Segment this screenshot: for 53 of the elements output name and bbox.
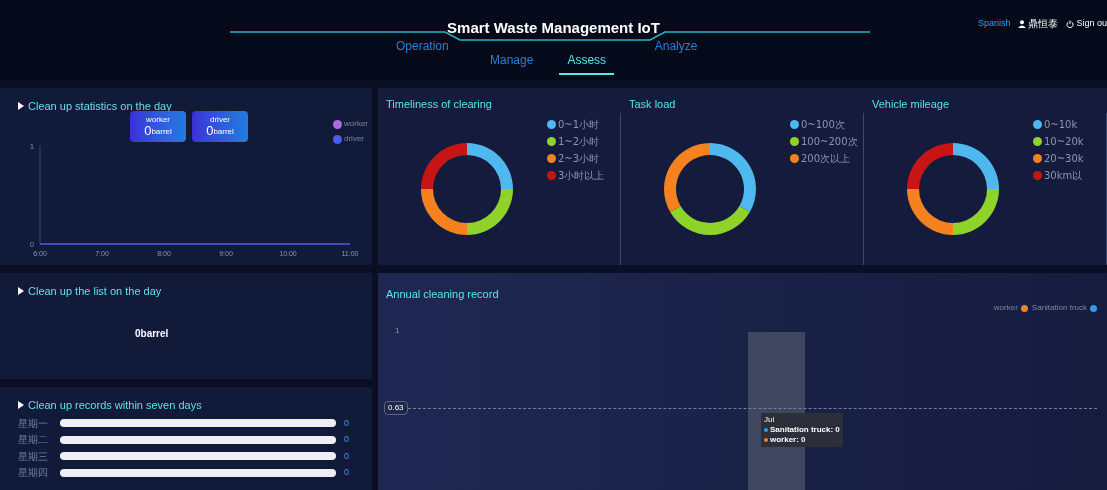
axis-tick-label: 1	[395, 325, 400, 337]
power-icon	[1066, 19, 1075, 28]
legend-label: 0~1小时	[558, 117, 600, 132]
panel-title: Clean up the list on the day	[28, 284, 162, 299]
day-value: 0	[344, 466, 350, 479]
tooltip-text: worker: 0	[770, 435, 806, 445]
panel-title: Clean up statistics on the day	[28, 99, 172, 114]
triangle-icon	[18, 102, 24, 111]
day-value: 0	[344, 416, 350, 430]
stat-label: driver	[210, 116, 230, 124]
legend-label: Sanitation truck	[1031, 302, 1087, 314]
day-label: 星期三	[18, 449, 49, 463]
chart-title: Vehicle mileage	[872, 97, 951, 112]
legend-label: worker	[993, 302, 1018, 314]
legend-label: 100~200次	[801, 134, 858, 149]
tooltip-text: Sanitation truck: 0	[770, 425, 840, 435]
panel-title: Clean up records within seven days	[28, 398, 202, 413]
day-label: 星期四	[18, 466, 49, 480]
chart-title: Task load	[629, 97, 677, 112]
nav-tab[interactable]: Assess	[559, 51, 615, 75]
legend-label: 0~100次	[801, 117, 845, 132]
day-value: 0	[344, 433, 350, 446]
mark-line-label: 0.63	[384, 401, 408, 415]
chart-title: Timeliness of clearing	[386, 97, 493, 112]
legend-label: 1~2小时	[558, 134, 600, 149]
legend-label: worker	[344, 118, 368, 130]
chart-title: Annual cleaning record	[386, 288, 499, 300]
user-name: 鼎恒泰	[1028, 17, 1059, 31]
triangle-icon	[18, 287, 24, 296]
day-label: 星期一	[18, 416, 49, 430]
nav-tab[interactable]: Manage	[482, 51, 542, 75]
legend-label: 2~3小时	[558, 151, 600, 166]
legend-label: 10~20k	[1044, 134, 1084, 149]
legend-label: 200次以上	[801, 151, 851, 166]
user-icon	[1018, 19, 1027, 28]
app-title: Smart Waste Management IoT	[447, 18, 660, 38]
stat-label: worker	[146, 116, 170, 124]
legend-label: 30km以	[1044, 168, 1083, 183]
nav-tab[interactable]: Analyze	[646, 37, 706, 61]
legend-label: 3小时以上	[558, 168, 605, 183]
total-value: 0barrel	[135, 326, 169, 341]
triangle-icon	[18, 401, 24, 410]
stat-unit: barrel	[213, 128, 234, 136]
legend-label: 0~10k	[1044, 117, 1078, 132]
day-label: 星期二	[18, 433, 49, 447]
nav-tab[interactable]: Operation	[388, 37, 457, 61]
legend-label: 20~30k	[1044, 151, 1084, 166]
stat-unit: barrel	[151, 128, 172, 136]
language-link[interactable]: Spanish	[977, 16, 1011, 31]
sign-out-button[interactable]: Sign ou	[1066, 16, 1107, 31]
day-value: 0	[344, 449, 350, 463]
legend-label: driver	[344, 133, 364, 145]
tooltip-title: Jul	[764, 415, 776, 425]
